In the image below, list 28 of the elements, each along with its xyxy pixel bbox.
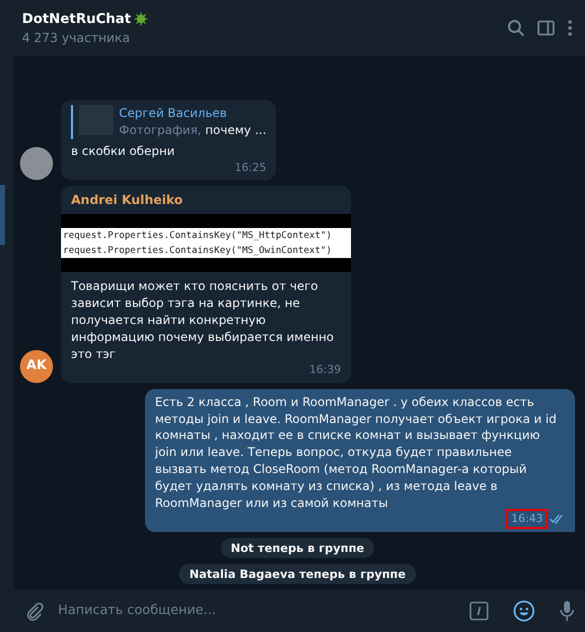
message-time: 16:43 xyxy=(508,511,546,527)
message-time: 16:25 xyxy=(234,160,266,175)
sender-name: Andrei Kulheiko xyxy=(71,190,184,208)
attach-icon[interactable] xyxy=(24,601,44,621)
bot-commands-icon[interactable] xyxy=(469,601,489,621)
emoji-icon[interactable] xyxy=(513,600,535,622)
member-count: 4 273 участника xyxy=(22,28,131,46)
reply-quote[interactable]: Сергей Васильев Фотография, почему ... xyxy=(71,105,266,139)
message-input[interactable]: Написать сообщение... xyxy=(56,600,445,622)
more-options-icon[interactable] xyxy=(567,19,573,37)
chat-list-indicator xyxy=(0,185,5,245)
reply-preview: почему ... xyxy=(205,122,266,137)
reply-media-label: Фотография, xyxy=(119,122,202,137)
avatar-circle: AK xyxy=(20,350,53,383)
message-text: Есть 2 класса , Room и RoomManager . у обеих классов есть методы join и leave. RoomManager получает объект игрока и id комнаты , находит ее в списке комнат и вызывает функцию join или leave. Теперь вопрос, откуда будет правильнее вызвать метод CloseRoom (метод RoomManager-а который будет удалять комнату из списка) , из метода leave в RoomManager или из самой комнаты xyxy=(155,394,558,512)
service-message: Not теперь в группе xyxy=(220,538,374,558)
virus-icon xyxy=(134,12,148,26)
service-message: Natalia Bagaeva теперь в группе xyxy=(179,564,416,584)
search-icon[interactable] xyxy=(507,19,525,37)
message-text: в скобки оберни xyxy=(71,144,175,158)
message-composer[interactable]: Написать сообщение... xyxy=(14,590,585,632)
chat-title: DotNetRuChat xyxy=(22,10,131,29)
message-text: Товарищи может кто пояснить от чего зависит выбор тэга на картинке, не получается найти конкретную информацию почему выбирается именно это тэг xyxy=(71,279,334,361)
message-time: 16:39 xyxy=(309,362,341,378)
sidebar-toggle-icon[interactable] xyxy=(537,19,555,37)
avatar-photo-placeholder xyxy=(20,146,53,180)
reply-author: Сергей Васильев xyxy=(119,105,228,122)
microphone-icon[interactable] xyxy=(559,600,575,622)
